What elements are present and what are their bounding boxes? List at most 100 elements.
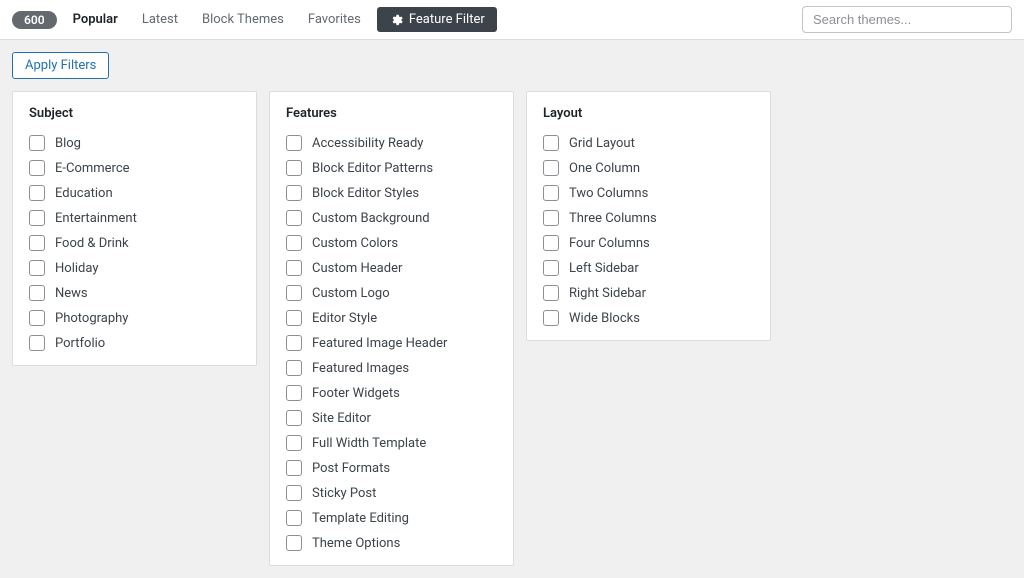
checkbox[interactable] [286, 260, 302, 276]
filter-option-label: Custom Header [312, 261, 402, 276]
filter-option-label: Custom Background [312, 211, 430, 226]
filter-option[interactable]: Custom Logo [286, 285, 497, 301]
checkbox[interactable] [286, 135, 302, 151]
filter-option[interactable]: Right Sidebar [543, 285, 754, 301]
filter-option[interactable]: Portfolio [29, 335, 240, 351]
checkbox[interactable] [286, 360, 302, 376]
checkbox[interactable] [543, 235, 559, 251]
checkbox[interactable] [286, 235, 302, 251]
filter-option[interactable]: Featured Image Header [286, 335, 497, 351]
filter-option-label: Four Columns [569, 236, 650, 251]
filter-option[interactable]: Block Editor Styles [286, 185, 497, 201]
filter-option[interactable]: Education [29, 185, 240, 201]
nav-tab-latest[interactable]: Latest [130, 8, 190, 31]
filter-column-layout: LayoutGrid LayoutOne ColumnTwo ColumnsTh… [526, 91, 771, 341]
checkbox[interactable] [543, 160, 559, 176]
checkbox[interactable] [543, 285, 559, 301]
filter-option[interactable]: Entertainment [29, 210, 240, 226]
filter-option-label: Editor Style [312, 311, 377, 326]
filter-option-label: Holiday [55, 261, 98, 276]
filter-column-subject: Subject Blog E-Commerce Education Entertainm… [12, 91, 257, 366]
filter-option-label: Entertainment [55, 211, 137, 226]
filter-option[interactable]: Grid Layout [543, 135, 754, 151]
checkbox[interactable] [543, 260, 559, 276]
filter-option[interactable]: Custom Background [286, 210, 497, 226]
filter-option[interactable]: Blog [29, 135, 240, 151]
filter-column-features: FeaturesAccessibility ReadyBlock Editor … [269, 91, 514, 566]
checkbox[interactable] [286, 535, 302, 551]
checkbox[interactable] [29, 135, 45, 151]
filter-option[interactable]: Editor Style [286, 310, 497, 326]
checkbox[interactable] [543, 185, 559, 201]
apply-filters-button[interactable]: Apply Filters [12, 52, 109, 79]
filter-option-label: Photography [55, 311, 128, 326]
column-heading: Subject [29, 106, 240, 121]
filter-option[interactable]: Full Width Template [286, 435, 497, 451]
filter-option-label: Food & Drink [55, 236, 129, 251]
checkbox[interactable] [286, 410, 302, 426]
filter-option-label: Left Sidebar [569, 261, 639, 276]
checkbox[interactable] [29, 210, 45, 226]
checkbox[interactable] [29, 160, 45, 176]
filter-option[interactable]: Custom Header [286, 260, 497, 276]
checkbox[interactable] [29, 310, 45, 326]
filter-option[interactable]: Four Columns [543, 235, 754, 251]
filter-option-label: One Column [569, 161, 640, 176]
filter-option-label: Featured Images [312, 361, 409, 376]
checkbox[interactable] [286, 435, 302, 451]
filter-option[interactable]: Block Editor Patterns [286, 160, 497, 176]
filter-option[interactable]: Food & Drink [29, 235, 240, 251]
filter-option[interactable]: Template Editing [286, 510, 497, 526]
filter-option[interactable]: Photography [29, 310, 240, 326]
checkbox[interactable] [543, 135, 559, 151]
search-input[interactable] [802, 6, 1012, 33]
nav-tab-block-themes[interactable]: Block Themes [190, 8, 296, 31]
filter-columns: Subject Blog E-Commerce Education Entertainm… [12, 91, 1012, 566]
checkbox[interactable] [29, 260, 45, 276]
filter-option[interactable]: Theme Options [286, 535, 497, 551]
filter-option[interactable]: Post Formats [286, 460, 497, 476]
filter-option-label: Block Editor Styles [312, 186, 419, 201]
checkbox[interactable] [286, 510, 302, 526]
filter-option[interactable]: Three Columns [543, 210, 754, 226]
checkbox[interactable] [29, 285, 45, 301]
checkbox[interactable] [286, 335, 302, 351]
filter-option-label: Grid Layout [569, 136, 635, 151]
filter-option[interactable]: Two Columns [543, 185, 754, 201]
checkbox[interactable] [286, 185, 302, 201]
filter-option-label: Footer Widgets [312, 386, 400, 401]
checkbox[interactable] [286, 210, 302, 226]
feature-filter-button[interactable]: Feature Filter [377, 7, 497, 32]
filter-option[interactable]: E-Commerce [29, 160, 240, 176]
checkbox[interactable] [286, 160, 302, 176]
theme-count-badge: 600 [12, 11, 57, 29]
filter-option[interactable]: Featured Images [286, 360, 497, 376]
filter-option[interactable]: Left Sidebar [543, 260, 754, 276]
checkbox[interactable] [286, 460, 302, 476]
checkbox[interactable] [543, 310, 559, 326]
filter-option[interactable]: Wide Blocks [543, 310, 754, 326]
filter-option[interactable]: Site Editor [286, 410, 497, 426]
checkbox[interactable] [29, 335, 45, 351]
checkbox[interactable] [543, 210, 559, 226]
checkbox[interactable] [286, 285, 302, 301]
filter-option[interactable]: One Column [543, 160, 754, 176]
checkbox[interactable] [29, 235, 45, 251]
filter-area: Apply Filters Subject Blog E-Commerce Educa… [0, 40, 1024, 578]
checkbox[interactable] [29, 185, 45, 201]
filter-option[interactable]: News [29, 285, 240, 301]
filter-option-label: Theme Options [312, 536, 400, 551]
checkbox[interactable] [286, 385, 302, 401]
checkbox[interactable] [286, 310, 302, 326]
filter-option[interactable]: Sticky Post [286, 485, 497, 501]
filter-option[interactable]: Custom Colors [286, 235, 497, 251]
nav-tab-popular[interactable]: Popular [61, 8, 130, 31]
filter-option[interactable]: Footer Widgets [286, 385, 497, 401]
checkbox[interactable] [286, 485, 302, 501]
filter-option-label: Custom Logo [312, 286, 390, 301]
filter-option-label: Template Editing [312, 511, 409, 526]
filter-option[interactable]: Holiday [29, 260, 240, 276]
nav-tab-favorites[interactable]: Favorites [296, 8, 373, 31]
filter-option[interactable]: Accessibility Ready [286, 135, 497, 151]
feature-filter-label: Feature Filter [409, 12, 485, 27]
